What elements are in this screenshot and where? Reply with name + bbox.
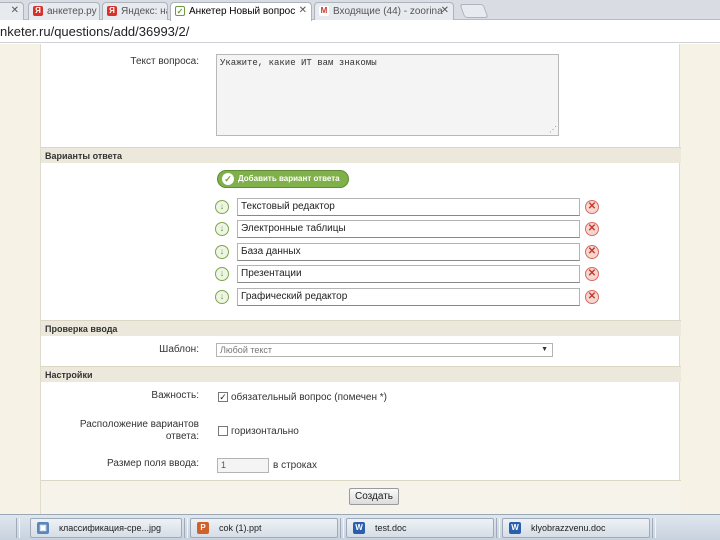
question-label: Текст вопроса:: [130, 56, 199, 67]
taskbar-separator: [340, 518, 344, 538]
answer-input[interactable]: Электронные таблицы: [237, 220, 580, 238]
delete-icon[interactable]: ✕: [585, 267, 599, 281]
taskbar-item-label: классификация-сре...jpg: [59, 523, 161, 533]
page-content: Текст вопроса: Укажите, какие ИТ вам зна…: [0, 44, 720, 514]
taskbar-item-label: cok (1).ppt: [219, 523, 262, 533]
importance-label: Важность:: [151, 390, 199, 401]
horizontal-text: горизонтально: [231, 426, 299, 437]
answer-row: ↓ Текстовый редактор ✕: [215, 198, 610, 218]
answer-input[interactable]: Текстовый редактор: [237, 198, 580, 216]
question-text: Укажите, какие ИТ вам знакомы: [220, 58, 377, 68]
required-checkbox[interactable]: ✓: [218, 392, 228, 402]
taskbar-separator: [16, 518, 20, 538]
layout-label-line2: ответа:: [165, 431, 199, 442]
template-label: Шаблон:: [159, 344, 199, 355]
taskbar: ▣ классификация-сре...jpg P cok (1).ppt …: [0, 514, 720, 540]
taskbar-item-ppt[interactable]: P cok (1).ppt: [190, 518, 338, 538]
create-button[interactable]: Создать: [349, 488, 399, 505]
answer-row: ↓ Электронные таблицы ✕: [215, 220, 610, 240]
taskbar-item-test-doc[interactable]: W test.doc: [346, 518, 494, 538]
checkmark-icon: ✓: [222, 173, 234, 185]
required-text: обязательный вопрос (помечен *): [231, 392, 388, 403]
field-size-unit: в строках: [273, 460, 317, 471]
field-size-input[interactable]: 1: [217, 458, 269, 473]
delete-icon[interactable]: ✕: [585, 290, 599, 304]
answer-row: ↓ База данных ✕: [215, 243, 610, 263]
question-textarea[interactable]: Укажите, какие ИТ вам знакомы ⋰: [216, 54, 559, 136]
taskbar-item-image[interactable]: ▣ классификация-сре...jpg: [30, 518, 182, 538]
tab-label: анкетер.ру: [47, 6, 97, 17]
answer-input[interactable]: Графический редактор: [237, 288, 580, 306]
taskbar-separator: [496, 518, 500, 538]
horizontal-checkbox[interactable]: [218, 426, 228, 436]
address-bar[interactable]: nketer.ru/questions/add/36993/2/: [0, 21, 720, 43]
field-size-label: Размер поля ввода:: [107, 458, 199, 469]
close-icon[interactable]: ✕: [11, 5, 19, 16]
browser-tab-bar: ✕ Я анкетер.ру Я Яндекс: на ✓ Анкетер Но…: [0, 0, 720, 21]
browser-tab-partial[interactable]: ✕: [0, 2, 24, 20]
word-icon: W: [353, 522, 365, 534]
template-value: Любой текст: [220, 345, 273, 355]
move-down-icon[interactable]: ↓: [215, 222, 229, 236]
delete-icon[interactable]: ✕: [585, 222, 599, 236]
template-select[interactable]: Любой текст ▼: [216, 343, 553, 357]
add-answer-button[interactable]: ✓ Добавить вариант ответа: [217, 170, 349, 188]
layout-label-line1: Расположение вариантов: [79, 419, 199, 430]
add-answer-label: Добавить вариант ответа: [238, 174, 340, 183]
section-settings: Настройки: [41, 366, 681, 382]
dropdown-arrow-icon: ▼: [541, 346, 548, 353]
resize-handle-icon[interactable]: ⋰: [549, 125, 557, 135]
browser-tab-gmail[interactable]: M Входящие (44) - zoorina ✕: [314, 2, 454, 20]
browser-tab-new-question[interactable]: ✓ Анкетер Новый вопрос ✕: [170, 2, 312, 21]
taskbar-separator: [184, 518, 188, 538]
browser-tab-yandex[interactable]: Я Яндекс: на: [102, 2, 168, 20]
yandex-icon: Я: [33, 6, 43, 16]
gmail-icon: M: [319, 6, 329, 16]
close-icon[interactable]: ✕: [299, 5, 307, 16]
taskbar-item-label: test.doc: [375, 523, 407, 533]
browser-tab-anketer[interactable]: Я анкетер.ру: [28, 2, 100, 20]
yandex-icon: Я: [107, 6, 117, 16]
word-icon: W: [509, 522, 521, 534]
move-down-icon[interactable]: ↓: [215, 200, 229, 214]
move-down-icon[interactable]: ↓: [215, 245, 229, 259]
image-icon: ▣: [37, 522, 49, 534]
address-url[interactable]: nketer.ru/questions/add/36993/2/: [0, 24, 189, 39]
delete-icon[interactable]: ✕: [585, 200, 599, 214]
answer-input[interactable]: Презентации: [237, 265, 580, 283]
answer-row: ↓ Графический редактор ✕: [215, 288, 610, 308]
move-down-icon[interactable]: ↓: [215, 290, 229, 304]
section-validation: Проверка ввода: [41, 320, 681, 336]
section-answers: Варианты ответа: [41, 147, 681, 163]
taskbar-separator: [652, 518, 656, 538]
page-icon: ✓: [175, 6, 185, 16]
move-down-icon[interactable]: ↓: [215, 267, 229, 281]
taskbar-item-label: klyobrazzvenu.doc: [531, 523, 606, 533]
new-tab-button[interactable]: [459, 4, 489, 18]
tab-label: Анкетер Новый вопрос: [189, 6, 296, 17]
answer-row: ↓ Презентации ✕: [215, 265, 610, 285]
delete-icon[interactable]: ✕: [585, 245, 599, 259]
taskbar-item-doc[interactable]: W klyobrazzvenu.doc: [502, 518, 650, 538]
tab-label: Входящие (44) - zoorina: [333, 6, 443, 17]
close-icon[interactable]: ✕: [441, 5, 449, 16]
answer-input[interactable]: База данных: [237, 243, 580, 261]
tab-label: Яндекс: на: [121, 6, 168, 17]
form-panel: Текст вопроса: Укажите, какие ИТ вам зна…: [40, 44, 681, 514]
powerpoint-icon: P: [197, 522, 209, 534]
